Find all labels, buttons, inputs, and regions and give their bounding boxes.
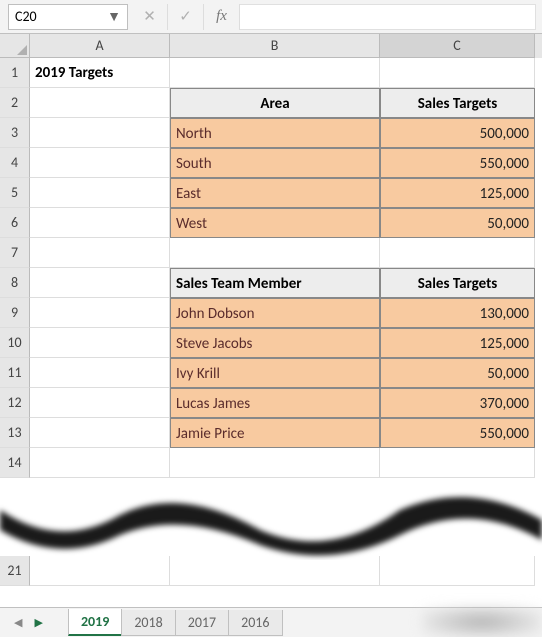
chevron-down-icon[interactable]: ▼ [107, 8, 121, 25]
cell[interactable] [30, 268, 170, 298]
torn-edge-decoration [0, 490, 542, 560]
row-header[interactable]: 14 [0, 448, 30, 478]
cell[interactable] [170, 556, 380, 586]
row-header[interactable]: 9 [0, 298, 30, 328]
formula-bar: C20 ▼ ✕ ✓ fx [0, 0, 542, 34]
cell-member[interactable]: John Dobson [170, 298, 380, 328]
name-box-value: C20 [15, 8, 37, 25]
cell-c8[interactable]: Sales Targets [380, 268, 535, 298]
cell-area[interactable]: East [170, 178, 380, 208]
accept-formula-button: ✓ [168, 4, 204, 30]
row-header[interactable]: 12 [0, 388, 30, 418]
cell[interactable] [170, 448, 380, 478]
sheet-tab-2019[interactable]: 2019 [68, 609, 122, 636]
cell[interactable] [30, 148, 170, 178]
cell-target[interactable]: 370,000 [380, 388, 535, 418]
row-header[interactable]: 1 [0, 58, 30, 88]
cell-b1[interactable] [170, 58, 380, 88]
cell-member[interactable]: Ivy Krill [170, 358, 380, 388]
cell-target[interactable]: 550,000 [380, 148, 535, 178]
row-header[interactable]: 7 [0, 238, 30, 268]
cell-b2[interactable]: Area [170, 88, 380, 118]
sheet-tab-2016[interactable]: 2016 [228, 610, 282, 636]
cell[interactable] [30, 328, 170, 358]
cell[interactable] [30, 298, 170, 328]
cell-area[interactable]: South [170, 148, 380, 178]
blur-decoration [422, 607, 542, 637]
cell-a1[interactable]: 2019 Targets [30, 58, 170, 88]
cell[interactable] [30, 358, 170, 388]
cell-member[interactable]: Lucas James [170, 388, 380, 418]
fx-label: fx [216, 8, 227, 25]
sheet-tabs-bar: ◀ ▶ 2019 2018 2017 2016 [0, 607, 542, 637]
cell-c2[interactable]: Sales Targets [380, 88, 535, 118]
col-header-c[interactable]: C [380, 34, 535, 58]
grid-continuation: 21 [0, 556, 542, 586]
cell-target[interactable]: 130,000 [380, 298, 535, 328]
cancel-formula-button: ✕ [132, 4, 168, 30]
cell[interactable] [30, 418, 170, 448]
sheet-tab-2017[interactable]: 2017 [175, 610, 229, 636]
tab-nav-prev-icon[interactable]: ◀ [8, 616, 28, 629]
cell-target[interactable]: 500,000 [380, 118, 535, 148]
row-header[interactable]: 6 [0, 208, 30, 238]
row-header[interactable]: 2 [0, 88, 30, 118]
sheet-tab-2018[interactable]: 2018 [121, 610, 175, 636]
cell-target[interactable]: 125,000 [380, 178, 535, 208]
col-header-a[interactable]: A [30, 34, 170, 58]
cell-b8[interactable]: Sales Team Member [170, 268, 380, 298]
row-header[interactable]: 5 [0, 178, 30, 208]
row-header[interactable]: 10 [0, 328, 30, 358]
cell-target[interactable]: 50,000 [380, 358, 535, 388]
cell-area[interactable]: North [170, 118, 380, 148]
row-header[interactable]: 21 [0, 556, 30, 586]
row-header[interactable]: 3 [0, 118, 30, 148]
tab-nav-next-icon[interactable]: ▶ [28, 616, 48, 629]
col-header-b[interactable]: B [170, 34, 380, 58]
cell[interactable] [170, 238, 380, 268]
fx-button[interactable]: fx [204, 4, 240, 30]
name-box[interactable]: C20 ▼ [8, 4, 128, 30]
row-header[interactable]: 4 [0, 148, 30, 178]
cell[interactable] [380, 238, 535, 268]
cell-member[interactable]: Steve Jacobs [170, 328, 380, 358]
cell-target[interactable]: 50,000 [380, 208, 535, 238]
cell-a2[interactable] [30, 88, 170, 118]
cell[interactable] [30, 556, 170, 586]
cell-target[interactable]: 550,000 [380, 418, 535, 448]
select-all-corner[interactable] [0, 34, 30, 58]
row-header[interactable]: 13 [0, 418, 30, 448]
cell-member[interactable]: Jamie Price [170, 418, 380, 448]
cell-target[interactable]: 125,000 [380, 328, 535, 358]
row-header[interactable]: 11 [0, 358, 30, 388]
cell[interactable] [30, 118, 170, 148]
cell-area[interactable]: West [170, 208, 380, 238]
cell[interactable] [30, 178, 170, 208]
cell[interactable] [30, 388, 170, 418]
formula-input[interactable] [240, 4, 536, 30]
cell[interactable] [30, 238, 170, 268]
cell[interactable] [380, 448, 535, 478]
column-headers: A B C [0, 34, 542, 58]
cell[interactable] [30, 448, 170, 478]
cell[interactable] [30, 208, 170, 238]
row-header[interactable]: 8 [0, 268, 30, 298]
cell-c1[interactable] [380, 58, 535, 88]
cell[interactable] [380, 556, 535, 586]
